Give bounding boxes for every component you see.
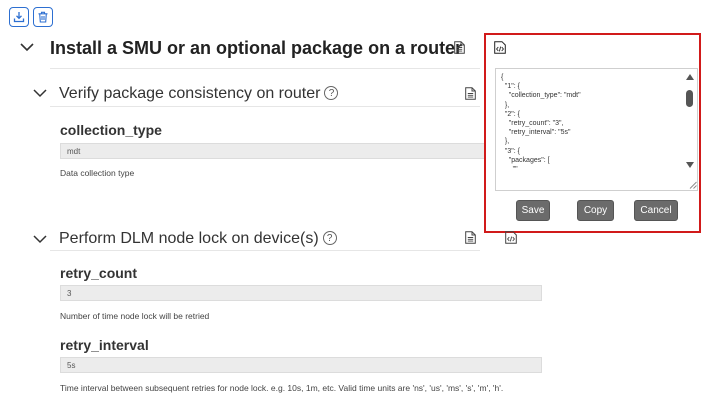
document-icon[interactable]: [465, 87, 476, 100]
editor-scrollbar[interactable]: [683, 69, 697, 189]
chevron-down-icon[interactable]: [33, 235, 47, 244]
retry-count-input[interactable]: 3: [60, 285, 542, 301]
delete-button[interactable]: [33, 7, 53, 27]
cancel-button[interactable]: Cancel: [634, 200, 678, 221]
document-icon[interactable]: [465, 231, 476, 244]
section-title-text: Verify package consistency on router: [59, 85, 321, 102]
json-editor-text: { "1": { "collection_type": "mdt" }, "2"…: [501, 74, 581, 174]
resize-handle-icon[interactable]: [689, 181, 697, 189]
section-title-dlm-node-lock: Perform DLM node lock on device(s)?: [59, 230, 337, 248]
retry-interval-input[interactable]: 5s: [60, 357, 542, 373]
trash-icon: [38, 11, 48, 23]
download-button[interactable]: [9, 7, 29, 27]
field-label-retry-count: retry_count: [60, 265, 138, 281]
help-icon[interactable]: ?: [324, 86, 339, 100]
section-title-text: Perform DLM node lock on device(s): [59, 230, 319, 247]
download-icon: [13, 12, 25, 23]
section-divider: [50, 250, 480, 251]
field-label-retry-interval: retry_interval: [60, 337, 149, 353]
field-description: Data collection type: [60, 168, 135, 178]
scroll-down-icon[interactable]: [686, 162, 694, 168]
chevron-down-icon[interactable]: [20, 43, 34, 52]
field-description: Number of time node lock will be retried: [60, 311, 210, 321]
code-icon[interactable]: [494, 41, 506, 54]
save-button[interactable]: Save: [516, 200, 550, 221]
field-label-collection-type: collection_type: [60, 122, 162, 138]
section-title-verify-package: Verify package consistency on router?: [59, 85, 339, 103]
help-icon[interactable]: ?: [322, 231, 337, 245]
scroll-thumb[interactable]: [686, 90, 693, 107]
collection-type-input[interactable]: mdt: [60, 143, 485, 159]
code-icon[interactable]: [505, 231, 517, 244]
main-section-title: Install a SMU or an optional package on …: [50, 38, 463, 58]
field-description: Time interval between subsequent retries…: [60, 383, 504, 393]
json-editor[interactable]: { "1": { "collection_type": "mdt" }, "2"…: [495, 68, 698, 191]
copy-button[interactable]: Copy: [577, 200, 614, 221]
chevron-down-icon[interactable]: [33, 89, 47, 98]
section-divider: [50, 106, 480, 107]
scroll-up-icon[interactable]: [686, 74, 694, 80]
document-icon[interactable]: [454, 41, 465, 54]
section-divider: [50, 68, 480, 69]
